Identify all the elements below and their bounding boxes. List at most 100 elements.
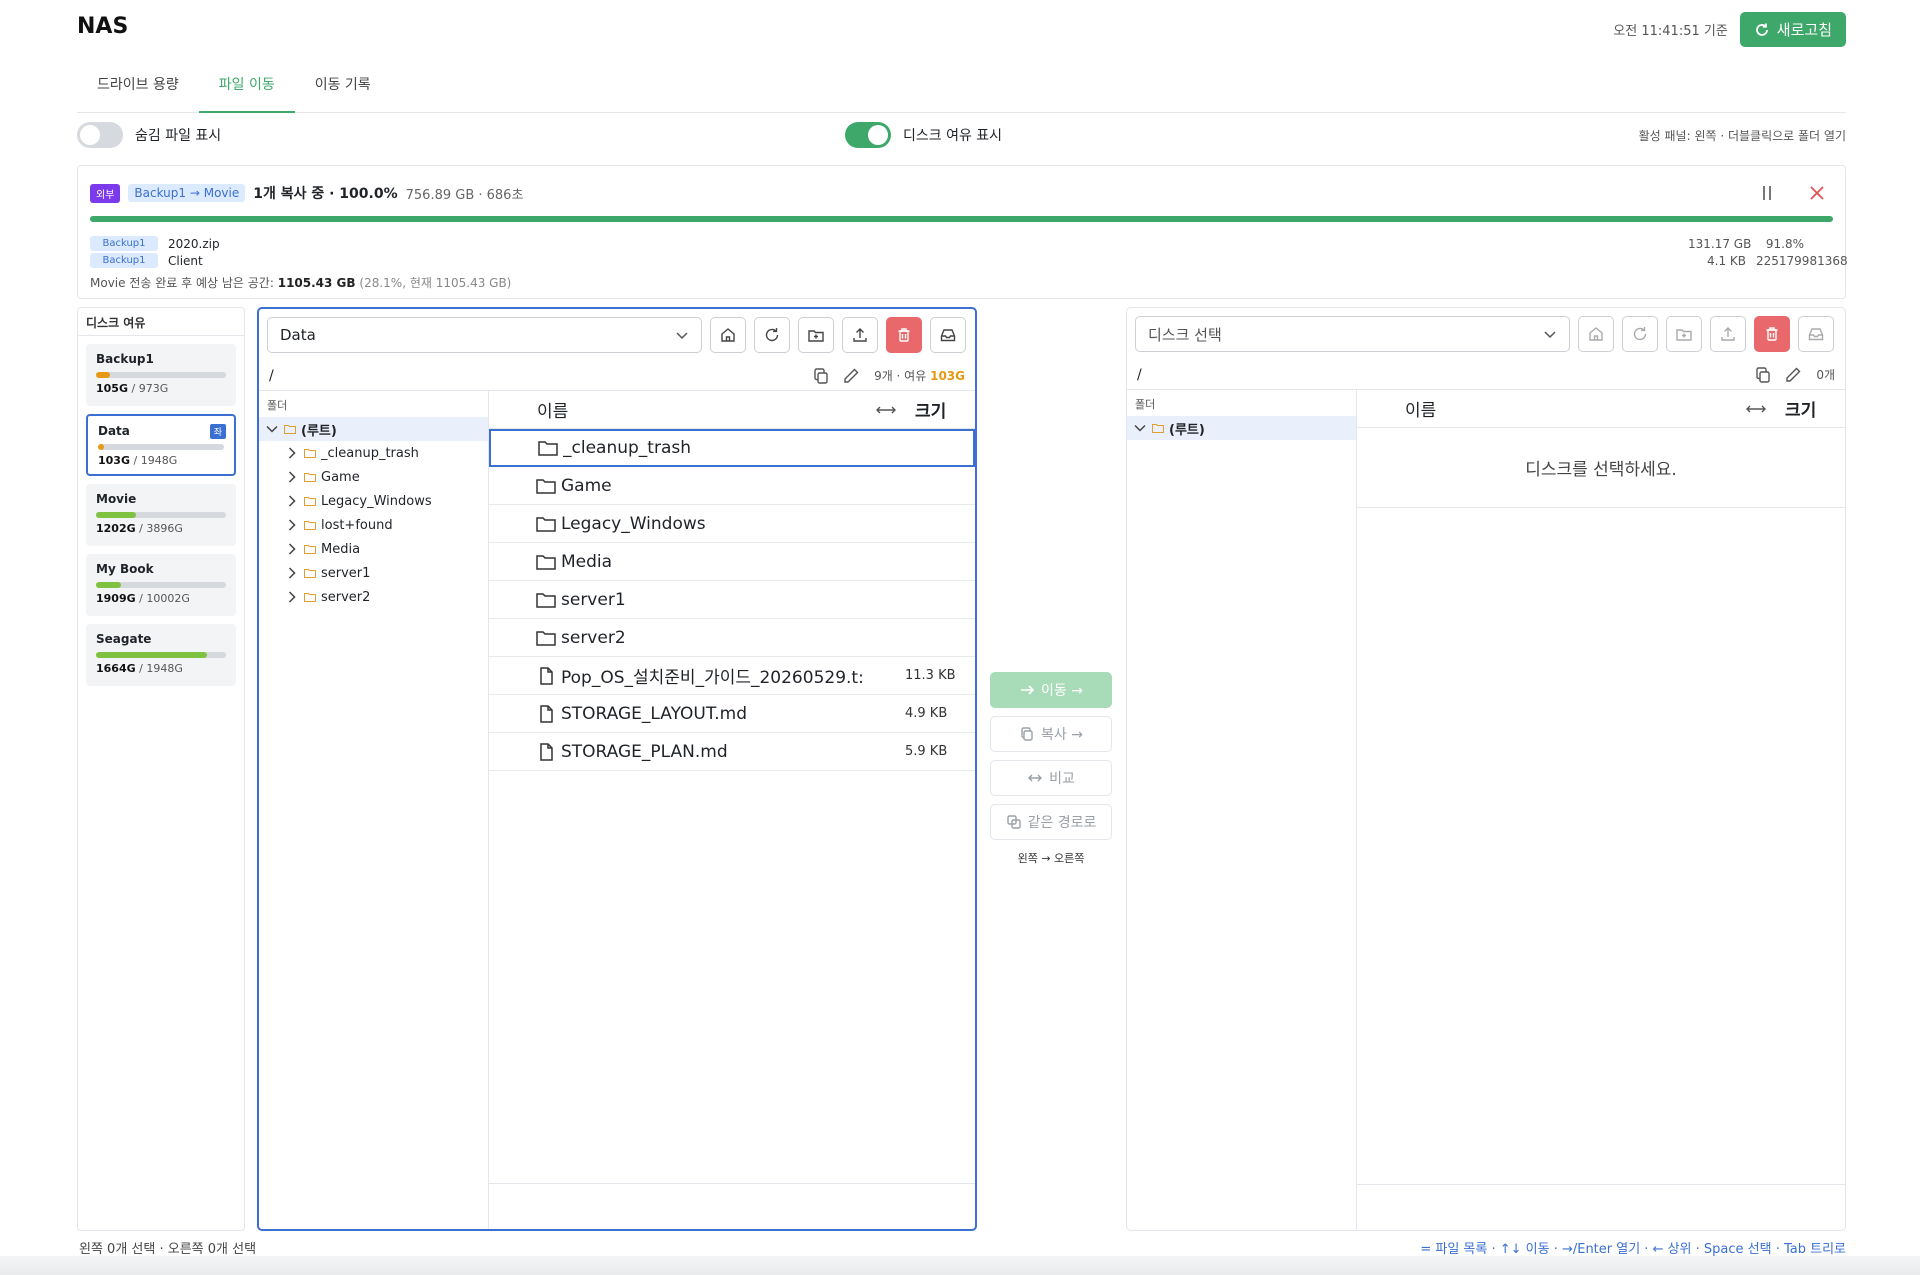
folder-icon [304,569,316,578]
tree-root[interactable]: (루트) [259,417,488,441]
home-button[interactable] [1578,316,1614,352]
hidden-files-toggle[interactable] [77,122,123,148]
transfer-detail: 756.89 GB · 686초 [405,187,524,203]
estimate-value: 1105.43 GB [277,276,356,290]
disk-name: Movie [96,492,137,506]
move-button[interactable]: 이동 → [990,672,1112,708]
upload-button[interactable] [1710,316,1746,352]
pause-icon[interactable] [1759,184,1775,202]
tree-root[interactable]: (루트) [1127,416,1356,440]
tree-folder[interactable]: Game [259,465,488,489]
copy-path-icon[interactable] [1754,366,1772,384]
reload-button[interactable] [754,317,790,353]
compare-icon [1028,774,1043,782]
disk-name: Backup1 [96,352,154,366]
edit-path-icon[interactable] [1784,366,1802,384]
disk-usage-fill [96,652,207,658]
copy-button[interactable]: 복사 → [990,716,1112,752]
disk-card[interactable]: Data 좌 103G / 1948G [86,414,236,476]
close-icon[interactable] [1809,185,1825,201]
right-path: / [1137,366,1142,383]
file-row[interactable]: Pop_OS_설치준비_가이드_20260529.t: 11.3 KB [489,657,975,695]
folder-row[interactable]: Legacy_Windows [489,505,975,543]
tree-title: 폴더 [267,399,288,412]
transfer-route-tag: Backup1 → Movie [128,184,246,202]
disk-panel-title: 디스크 여유 [78,308,244,336]
transfer-item-stats: 131.17 GB 91.8% [1688,237,1847,251]
tree-folder[interactable]: lost+found [259,513,488,537]
tree-folder[interactable]: server2 [259,585,488,609]
disk-card[interactable]: Seagate 1664G / 1948G [86,624,236,686]
folder-icon [284,425,296,434]
same-path-button[interactable]: 같은 경로로 [990,804,1112,840]
edit-path-icon[interactable] [842,367,860,385]
disk-card[interactable]: Movie 1202G / 3896G [86,484,236,546]
inbox-button[interactable] [930,317,966,353]
column-name[interactable]: 이름 [1357,396,1739,421]
transfer-item-source: Backup1 [90,253,158,268]
reload-icon [765,328,779,342]
disk-size: 1664G / 1948G [96,662,183,675]
right-path-row: / 0개 [1127,360,1845,390]
chevron-right-icon [288,519,296,531]
refresh-button[interactable]: 새로고침 [1739,12,1846,47]
refresh-icon [1755,23,1768,36]
left-list-header: 이름 크기 [489,391,975,429]
tree-folder[interactable]: Media [259,537,488,561]
disk-card[interactable]: My Book 1909G / 10002G [86,554,236,616]
tab-file-move[interactable]: 파일 이동 [198,64,295,113]
column-size[interactable]: 크기 [1785,396,1845,421]
inbox-icon [940,329,956,342]
folder-row[interactable]: Game [489,467,975,505]
home-icon [721,328,735,342]
tab-move-history[interactable]: 이동 기록 [295,64,391,113]
left-path: / [269,367,274,384]
column-size[interactable]: 크기 [915,397,975,422]
main-tabs: 드라이브 용량 파일 이동 이동 기록 [77,64,1846,113]
row-name: Media [561,551,613,572]
folder-row[interactable]: server1 [489,581,975,619]
transfer-progress-fill [90,216,1833,222]
right-list-footer [1357,1184,1845,1230]
left-folder-tree: 폴더 (루트) _cleanup_trash Game Legacy_Windows… [259,391,489,1229]
tree-folder[interactable]: Legacy_Windows [259,489,488,513]
resize-columns-icon[interactable] [869,403,903,417]
compare-button[interactable]: 비교 [990,760,1112,796]
new-folder-button[interactable] [798,317,834,353]
same-path-label: 같은 경로로 [1027,815,1097,831]
file-row[interactable]: STORAGE_PLAN.md 5.9 KB [489,733,975,771]
disk-free: 103G [98,454,130,467]
resize-columns-icon[interactable] [1739,402,1773,416]
tab-drive-capacity[interactable]: 드라이브 용량 [77,64,199,113]
disk-card[interactable]: Backup1 105G / 973G [86,344,236,406]
delete-button[interactable] [886,317,922,353]
folder-row[interactable]: Media [489,543,975,581]
reload-button[interactable] [1622,316,1658,352]
copy-label: 복사 → [1041,727,1083,743]
folder-row[interactable]: server2 [489,619,975,657]
file-icon [540,666,553,685]
tree-folder[interactable]: _cleanup_trash [259,441,488,465]
disk-free-toggle[interactable] [845,122,891,148]
delete-button[interactable] [1754,316,1790,352]
transfer-item: Backup1 2020.zip [90,236,220,251]
upload-button[interactable] [842,317,878,353]
chevron-down-icon [676,332,688,340]
disk-usage-fill [96,372,111,378]
column-name[interactable]: 이름 [489,397,869,422]
tree-folder[interactable]: server1 [259,561,488,585]
inbox-button[interactable] [1798,316,1834,352]
left-disk-select[interactable]: Data [267,317,702,353]
right-disk-select[interactable]: 디스크 선택 [1135,316,1570,352]
new-folder-button[interactable] [1666,316,1702,352]
transfer-item: Backup1 Client [90,253,203,268]
folder-row[interactable]: _cleanup_trash [489,429,975,467]
home-button[interactable] [710,317,746,353]
folder-icon [538,441,558,456]
tree-root-label: (루트) [1169,422,1205,438]
file-row[interactable]: STORAGE_LAYOUT.md 4.9 KB [489,695,975,733]
copy-icon [1021,727,1033,741]
right-file-list: 이름 크기 디스크를 선택하세요. [1357,390,1845,1230]
estimate-label: Movie 전송 완료 후 예상 남은 공간: [90,276,274,290]
copy-path-icon[interactable] [812,367,830,385]
